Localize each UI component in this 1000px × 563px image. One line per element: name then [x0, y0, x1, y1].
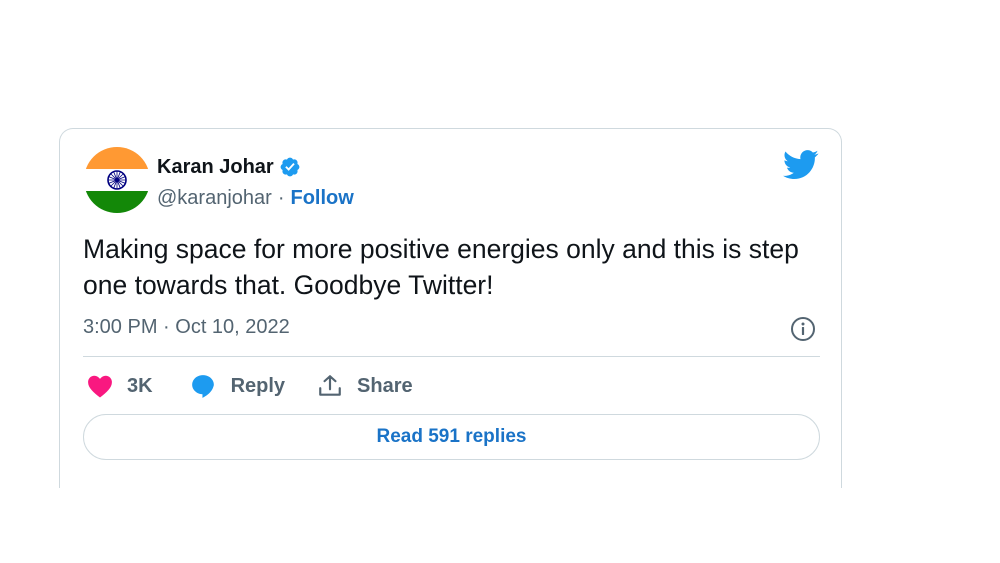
reply-label: Reply	[230, 374, 286, 397]
like-count: 3K	[127, 374, 153, 397]
speech-bubble-icon	[191, 375, 214, 398]
share-label: Share	[357, 374, 413, 397]
divider	[83, 356, 820, 357]
verified-badge-icon	[279, 156, 301, 178]
india-flag-icon	[84, 147, 150, 213]
name-row: Karan Johar	[157, 154, 354, 180]
share-button[interactable]: Share	[317, 373, 413, 399]
avatar[interactable]	[84, 147, 150, 213]
twitter-bird-icon[interactable]	[783, 149, 819, 181]
display-name[interactable]: Karan Johar	[157, 156, 274, 179]
follow-link[interactable]: Follow	[290, 187, 353, 210]
separator-dot: ·	[277, 186, 285, 209]
handle-row: @karanjohar · Follow	[157, 186, 354, 210]
read-replies-button[interactable]: Read 591 replies	[83, 414, 820, 460]
share-arrow-icon	[319, 375, 341, 396]
tweet-card: Karan Johar @karanjohar · Follow Making …	[59, 128, 842, 488]
reply-button[interactable]: Reply	[189, 373, 285, 399]
tweet-text: Making space for more positive energies …	[83, 234, 799, 300]
info-icon[interactable]	[790, 316, 816, 342]
like-button[interactable]: 3K	[87, 374, 153, 398]
tweet-actions: 3K Reply Share	[87, 371, 413, 401]
user-handle[interactable]: @karanjohar	[157, 187, 272, 210]
heart-icon	[88, 375, 112, 398]
tweet-timestamp[interactable]: 3:00 PM · Oct 10, 2022	[83, 316, 290, 339]
author-block: Karan Johar @karanjohar · Follow	[157, 154, 354, 210]
